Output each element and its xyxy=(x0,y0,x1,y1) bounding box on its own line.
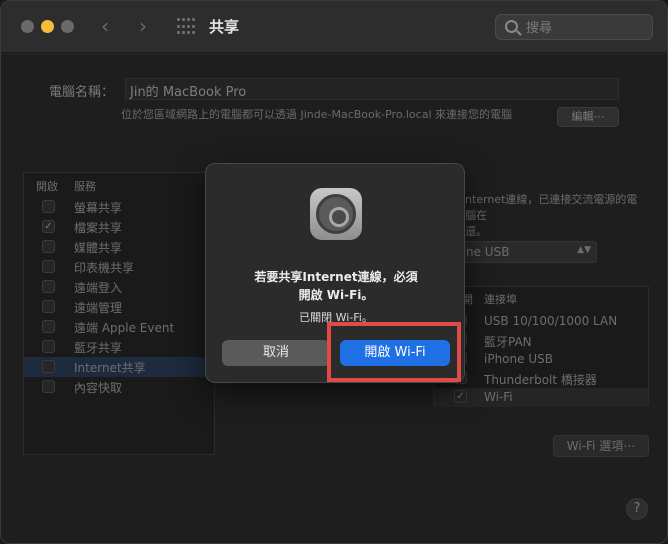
service-row[interactable]: 媒體共享 xyxy=(24,237,214,257)
service-label: 遠端 Apple Event xyxy=(74,321,175,335)
cancel-button[interactable]: 取消 xyxy=(222,340,330,366)
popup-arrows-icon: ▲▼ xyxy=(577,245,591,255)
service-checkbox[interactable] xyxy=(42,300,55,313)
search-icon xyxy=(505,20,518,33)
highlight-box xyxy=(327,322,461,382)
service-checkbox[interactable] xyxy=(42,280,55,293)
service-row[interactable]: 遠端 Apple Event xyxy=(24,317,214,337)
alert-title: 若要共享Internet連線，必須 開啟 Wi-Fi。 xyxy=(254,270,418,302)
service-checkbox[interactable] xyxy=(42,380,55,393)
share-from-popup[interactable]: ne USB ▲▼ xyxy=(447,241,597,263)
service-checkbox[interactable] xyxy=(42,260,55,273)
service-row[interactable]: 藍牙共享 xyxy=(24,337,214,357)
services-list: 開啟 服務 螢幕共享 ✓ 檔案共享 媒體共享 印表機共享 遠端登入 遠端管理 遠… xyxy=(23,172,215,455)
port-label: Thunderbolt 橋接器 xyxy=(484,373,597,387)
service-label: 印表機共享 xyxy=(74,261,135,275)
system-preferences-window: ‹ › 共享 電腦名稱： Jin的 MacBook Pro 位於您區域網路上的電… xyxy=(0,0,668,544)
port-row[interactable]: Thunderbolt 橋接器 xyxy=(434,369,648,388)
services-header-on: 開啟 xyxy=(36,180,58,193)
service-row-selected[interactable]: Internet共享 xyxy=(24,357,214,377)
service-checkbox[interactable] xyxy=(42,360,55,373)
service-label: 遠端登入 xyxy=(74,281,123,295)
system-preferences-icon xyxy=(310,188,362,240)
service-row[interactable]: 印表機共享 xyxy=(24,257,214,277)
services-header-service: 服務 xyxy=(74,180,96,193)
service-row[interactable]: 內容快取 xyxy=(24,377,214,397)
minimize-window-button[interactable] xyxy=(41,20,54,33)
service-checkbox[interactable]: ✓ xyxy=(42,220,55,233)
service-checkbox[interactable] xyxy=(42,200,55,213)
search-field[interactable] xyxy=(495,14,653,40)
search-input[interactable] xyxy=(526,19,646,37)
port-label: iPhone USB xyxy=(484,352,553,366)
back-icon[interactable]: ‹ xyxy=(101,15,109,37)
port-row[interactable]: 藍牙PAN xyxy=(434,331,648,350)
computer-name-label: 電腦名稱： xyxy=(49,85,115,100)
service-row[interactable]: 遠端登入 xyxy=(24,277,214,297)
close-window-button[interactable] xyxy=(21,20,34,33)
gear-icon xyxy=(316,194,356,234)
port-label: Wi-Fi xyxy=(484,390,513,404)
service-label: 檔案共享 xyxy=(74,221,123,235)
title-bar: ‹ › 共享 xyxy=(1,1,667,53)
help-button[interactable]: ? xyxy=(626,498,648,520)
ports-list: 開 連接埠 USB 10/100/1000 LAN 藍牙PAN iPhone U… xyxy=(433,286,649,407)
service-checkbox[interactable] xyxy=(42,240,55,253)
port-label: USB 10/100/1000 LAN xyxy=(484,314,618,328)
port-row-selected[interactable]: ✓ Wi-Fi xyxy=(434,388,648,407)
forward-icon[interactable]: › xyxy=(139,15,147,37)
service-checkbox[interactable] xyxy=(42,340,55,353)
local-address-description: 位於您區域網路上的電腦都可以透過 Jinde-MacBook-Pro.local… xyxy=(121,108,512,121)
port-label: 藍牙PAN xyxy=(484,335,532,349)
wifi-options-button[interactable]: Wi-Fi 選項⋯ xyxy=(553,435,649,457)
internet-sharing-description: nternet連線，已連接交流電源的電腦在 還。 xyxy=(465,193,638,238)
window-title: 共享 xyxy=(209,18,240,36)
zoom-window-button[interactable] xyxy=(61,20,74,33)
services-header: 開啟 服務 xyxy=(24,173,214,195)
port-row[interactable]: USB 10/100/1000 LAN xyxy=(434,312,648,331)
computer-name-field[interactable]: Jin的 MacBook Pro xyxy=(125,78,619,100)
service-checkbox[interactable] xyxy=(42,320,55,333)
port-checkbox[interactable]: ✓ xyxy=(454,390,467,403)
service-label: 螢幕共享 xyxy=(74,201,123,215)
service-label: Internet共享 xyxy=(74,361,146,375)
service-label: 內容快取 xyxy=(74,381,123,395)
show-all-grid-icon[interactable] xyxy=(177,18,195,36)
port-row[interactable]: iPhone USB xyxy=(434,350,648,369)
service-label: 媒體共享 xyxy=(74,241,123,255)
service-label: 藍牙共享 xyxy=(74,341,123,355)
service-row[interactable]: ✓ 檔案共享 xyxy=(24,217,214,237)
edit-button[interactable]: 編輯⋯ xyxy=(557,107,619,127)
service-row[interactable]: 遠端管理 xyxy=(24,297,214,317)
service-row[interactable]: 螢幕共享 xyxy=(24,197,214,217)
service-label: 遠端管理 xyxy=(74,301,123,315)
